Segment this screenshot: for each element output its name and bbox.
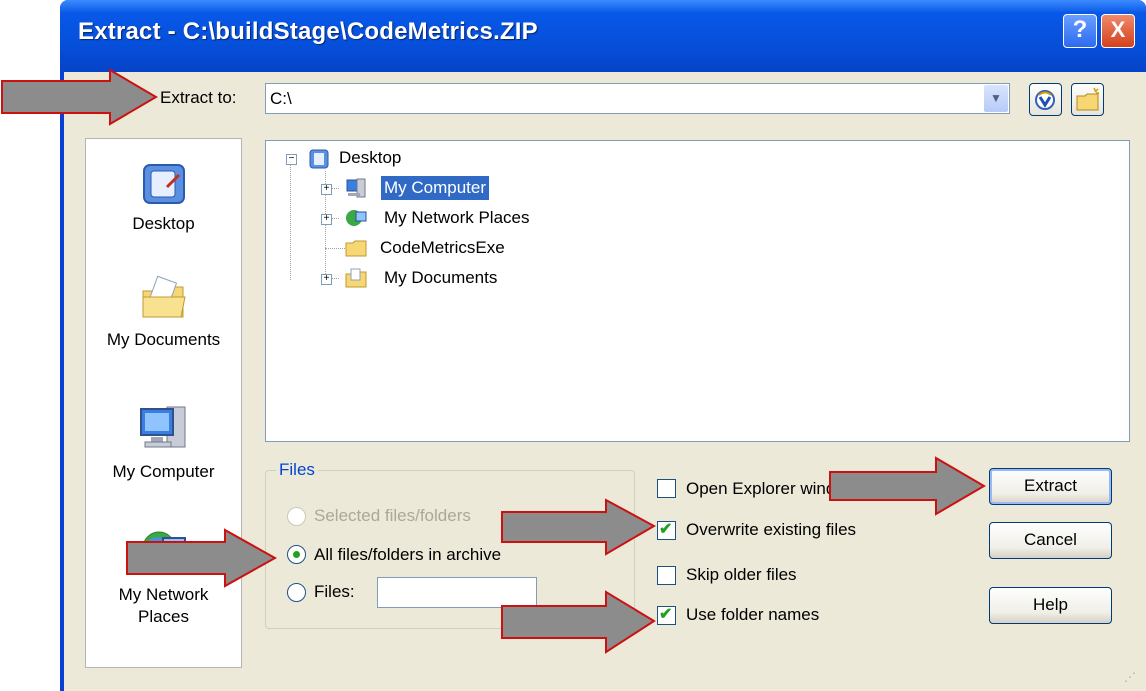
tree-line bbox=[325, 248, 345, 249]
up-folder-icon bbox=[1035, 90, 1055, 110]
my-documents-icon bbox=[345, 268, 367, 288]
window-title: Extract - C:\buildStage\CodeMetrics.ZIP bbox=[78, 18, 538, 45]
annotation-arrow-icon bbox=[1, 68, 158, 126]
extract-to-combobox[interactable]: C:\ ▼ bbox=[265, 83, 1010, 114]
up-one-level-button[interactable] bbox=[1029, 83, 1062, 116]
network-places-icon bbox=[346, 210, 367, 226]
chevron-down-icon[interactable]: ▼ bbox=[984, 85, 1008, 112]
place-desktop[interactable]: Desktop bbox=[86, 161, 241, 235]
extract-button[interactable]: Extract bbox=[989, 468, 1112, 505]
use-folder-names-label: Use folder names bbox=[686, 605, 820, 624]
skip-older-checkbox[interactable] bbox=[657, 566, 676, 585]
radio-selected-files-label: Selected files/folders bbox=[314, 506, 471, 525]
overwrite-label: Overwrite existing files bbox=[686, 520, 857, 539]
place-my-documents[interactable]: My Documents bbox=[86, 273, 241, 351]
expand-icon[interactable]: + bbox=[321, 214, 332, 225]
close-button[interactable]: X bbox=[1101, 14, 1135, 48]
my-documents-icon bbox=[142, 275, 186, 318]
annotation-arrow-icon bbox=[501, 498, 657, 556]
place-network-label: My Network Places bbox=[118, 585, 209, 626]
new-folder-icon bbox=[1076, 87, 1099, 111]
radio-files-label: Files: bbox=[314, 582, 355, 601]
place-my-documents-label: My Documents bbox=[106, 330, 221, 349]
place-my-computer[interactable]: My Computer bbox=[86, 401, 241, 483]
desktop-icon bbox=[309, 149, 329, 169]
cancel-button[interactable]: Cancel bbox=[989, 522, 1112, 559]
radio-all-files[interactable] bbox=[287, 545, 306, 564]
files-group-legend: Files bbox=[276, 460, 318, 480]
tree-label: My Documents bbox=[384, 268, 498, 287]
tree-label-selected: My Computer bbox=[379, 175, 491, 201]
expand-icon[interactable]: + bbox=[321, 184, 332, 195]
tree-line bbox=[290, 165, 291, 280]
my-computer-icon bbox=[139, 406, 185, 448]
place-my-computer-label: My Computer bbox=[112, 462, 215, 481]
tree-label: CodeMetricsExe bbox=[380, 238, 505, 257]
tree-label: Desktop bbox=[339, 148, 402, 167]
desktop-icon bbox=[142, 164, 185, 204]
extract-to-label: Extract to: bbox=[160, 88, 237, 107]
help-button[interactable]: Help bbox=[989, 587, 1112, 624]
places-bar: Desktop My Documents My Computer My Netw… bbox=[85, 138, 242, 668]
help-caption-button[interactable]: ? bbox=[1063, 14, 1097, 48]
new-folder-button[interactable] bbox=[1071, 83, 1104, 116]
extract-to-value: C:\ bbox=[270, 89, 292, 108]
resize-grip-icon[interactable]: ⋰ bbox=[1124, 670, 1136, 684]
my-computer-icon bbox=[346, 178, 366, 198]
annotation-arrow-icon bbox=[126, 528, 278, 588]
place-desktop-label: Desktop bbox=[132, 214, 195, 233]
radio-all-files-label: All files/folders in archive bbox=[314, 545, 502, 564]
open-explorer-checkbox[interactable] bbox=[657, 479, 676, 498]
radio-selected-files[interactable] bbox=[287, 507, 306, 526]
folder-icon bbox=[345, 240, 367, 257]
skip-older-label: Skip older files bbox=[686, 565, 797, 584]
annotation-arrow-icon bbox=[829, 456, 986, 516]
annotation-arrow-icon bbox=[501, 590, 656, 654]
tree-label: My Network Places bbox=[384, 208, 530, 227]
collapse-icon[interactable]: − bbox=[286, 154, 297, 165]
expand-icon[interactable]: + bbox=[321, 274, 332, 285]
folder-tree[interactable]: − Desktop + My Computer + My Network Pla… bbox=[265, 140, 1130, 442]
radio-files[interactable] bbox=[287, 583, 306, 602]
